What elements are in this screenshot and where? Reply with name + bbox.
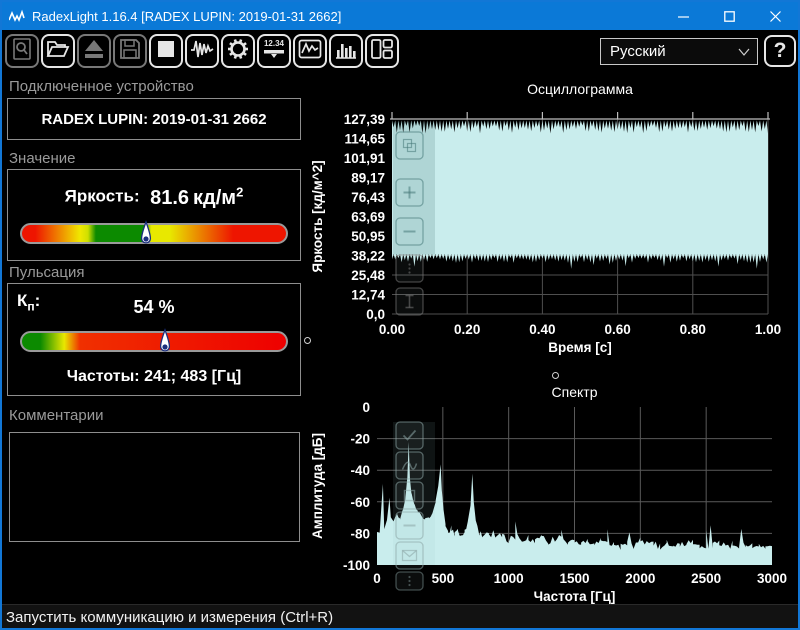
minimize-button[interactable] — [660, 2, 706, 30]
pulsation-section-label: Пульсация — [9, 264, 85, 281]
svg-text:0.80: 0.80 — [680, 322, 706, 337]
brightness-gauge — [20, 220, 288, 244]
status-bar: Запустить коммуникацию и измерения (Ctrl… — [2, 604, 798, 628]
svg-text:25,48: 25,48 — [351, 268, 385, 283]
chevron-down-icon — [737, 45, 751, 63]
svg-text:Амплитуда [дБ]: Амплитуда [дБ] — [310, 433, 325, 539]
toolbar: 12.34 Русский ? — [2, 30, 798, 74]
toolbar-button-spectrum-view[interactable] — [329, 34, 363, 68]
svg-text:Частота [Гц]: Частота [Гц] — [534, 589, 616, 604]
svg-text:12,74: 12,74 — [351, 288, 385, 303]
toolbar-button-stop[interactable] — [149, 34, 183, 68]
value-section-label: Значение — [9, 150, 76, 167]
toolbar-button-chart-view[interactable] — [293, 34, 327, 68]
svg-text:Спектр: Спектр — [552, 385, 598, 400]
kp-gauge — [20, 328, 288, 352]
svg-text:76,43: 76,43 — [351, 190, 385, 205]
svg-text:3000: 3000 — [757, 571, 787, 586]
save-floppy-icon — [118, 37, 142, 66]
toolbar-button-inspect[interactable] — [5, 34, 39, 68]
spectrum-chart[interactable]: Спектр0-20-40-60-80-1000 500 1000 1500 2000 2… — [308, 385, 798, 606]
line-chart-icon — [298, 37, 322, 66]
pulsation-panel: Кп: 54 % Частоты: 241; 483 [Гц] — [7, 283, 301, 396]
svg-text:-60: -60 — [350, 495, 370, 510]
svg-text:0.60: 0.60 — [604, 322, 630, 337]
toolbar-button-numeric-display[interactable]: 12.34 — [257, 34, 291, 68]
svg-text:127,39: 127,39 — [344, 112, 385, 127]
comments-section-label: Комментарии — [9, 407, 104, 424]
svg-text:0: 0 — [362, 400, 370, 415]
bar-chart-icon — [334, 37, 358, 66]
svg-text:50,95: 50,95 — [351, 229, 385, 244]
eject-icon — [82, 37, 106, 66]
kp-value: 54 % — [133, 297, 175, 317]
layout-panels-icon — [370, 37, 394, 66]
frequencies-readout: Частоты: 241; 483 [Гц] — [66, 368, 242, 385]
svg-text:0,0: 0,0 — [366, 307, 385, 322]
open-folder-icon — [46, 37, 70, 66]
kp-gauge-marker — [159, 328, 171, 363]
svg-text:500: 500 — [432, 571, 455, 586]
toolbar-button-layout[interactable] — [365, 34, 399, 68]
brightness-panel: Яркость: 81.6 кд/м2 — [7, 169, 301, 261]
brightness-value: 81.6 кд/м2 — [150, 184, 244, 209]
digits-display-icon: 12.34 — [262, 37, 286, 66]
stop-square-icon — [154, 37, 178, 66]
svg-text:12.34: 12.34 — [264, 39, 285, 48]
status-text: Запустить коммуникацию и измерения (Ctrl… — [6, 608, 334, 626]
language-dropdown-value: Русский — [610, 43, 666, 60]
svg-text:1500: 1500 — [559, 571, 589, 586]
svg-text:Яркость [кд/м^2]: Яркость [кд/м^2] — [310, 160, 325, 272]
device-section-label: Подключенное устройство — [9, 78, 194, 95]
brightness-label: Яркость: — [64, 186, 140, 206]
connected-device-box: RADEX LUPIN: 2019-01-31 2662 — [7, 98, 301, 140]
title-bar[interactable]: RadexLight 1.16.4 [RADEX LUPIN: 2019-01-… — [2, 2, 798, 30]
svg-text:-100: -100 — [343, 558, 370, 573]
comments-input[interactable] — [9, 432, 300, 542]
window-title: RadexLight 1.16.4 [RADEX LUPIN: 2019-01-… — [32, 8, 342, 24]
close-button[interactable] — [752, 2, 798, 30]
svg-text:-40: -40 — [350, 463, 370, 478]
brightness-gauge-marker — [140, 220, 152, 255]
waveform-icon — [190, 37, 214, 66]
toolbar-button-save[interactable] — [113, 34, 147, 68]
svg-text:-20: -20 — [350, 432, 370, 447]
brightness-readout: Яркость: 81.6 кд/м2 — [8, 184, 300, 210]
horizontal-splitter-handle[interactable] — [552, 372, 559, 379]
svg-text:2000: 2000 — [625, 571, 655, 586]
maximize-button[interactable] — [706, 2, 752, 30]
language-dropdown[interactable]: Русский — [600, 38, 758, 65]
svg-text:Осциллограмма: Осциллограмма — [527, 81, 633, 97]
svg-text:0.00: 0.00 — [379, 322, 405, 337]
gear-icon — [226, 37, 250, 66]
app-window: RadexLight 1.16.4 [RADEX LUPIN: 2019-01-… — [0, 0, 800, 630]
svg-text:101,91: 101,91 — [344, 151, 386, 166]
help-button[interactable]: ? — [764, 35, 796, 67]
svg-text:-80: -80 — [350, 526, 370, 541]
svg-text:1.00: 1.00 — [755, 322, 781, 337]
toolbar-button-oscillogram-mode[interactable] — [185, 34, 219, 68]
svg-text:0.40: 0.40 — [529, 322, 555, 337]
magnifier-document-icon — [10, 37, 34, 66]
svg-text:114,65: 114,65 — [344, 132, 385, 147]
oscillogram-chart[interactable]: Осциллограмма 127,39 114,65 101,91 89,17 76,4… — [308, 78, 798, 372]
toolbar-button-settings[interactable] — [221, 34, 255, 68]
svg-text:0.20: 0.20 — [454, 322, 480, 337]
svg-text:2500: 2500 — [691, 571, 721, 586]
svg-text:1000: 1000 — [494, 571, 524, 586]
svg-text:89,17: 89,17 — [351, 171, 385, 186]
svg-text:Время [с]: Время [с] — [548, 340, 611, 355]
toolbar-button-open[interactable] — [41, 34, 75, 68]
svg-text:38,22: 38,22 — [351, 249, 385, 264]
svg-text:0: 0 — [373, 571, 381, 586]
device-name: RADEX LUPIN: 2019-01-31 2662 — [41, 110, 267, 128]
app-logo-icon — [9, 9, 25, 23]
svg-text:63,69: 63,69 — [351, 210, 385, 225]
toolbar-button-eject[interactable] — [77, 34, 111, 68]
